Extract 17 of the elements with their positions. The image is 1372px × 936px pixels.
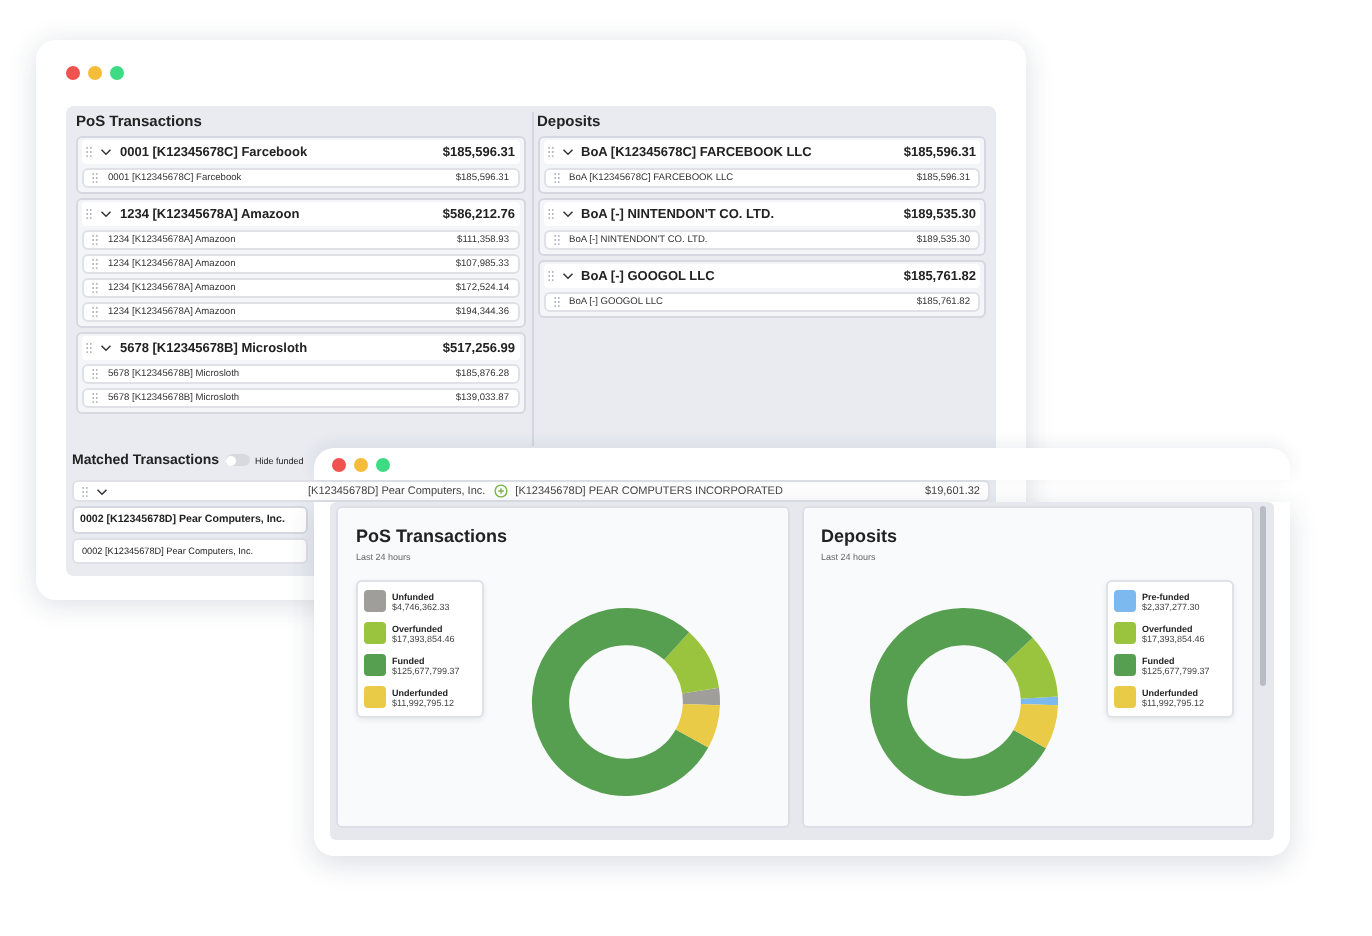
toggle-switch[interactable] [225,454,250,466]
chevron-icon[interactable] [561,210,573,218]
chevron-icon[interactable] [96,487,108,495]
maximize-icon[interactable] [376,457,390,471]
card-title: PoS Transactions [356,526,510,546]
chevron-icon[interactable] [561,148,573,156]
minimize-icon[interactable] [354,457,368,471]
chevron-icon[interactable] [561,272,573,280]
close-icon[interactable] [332,457,346,471]
chevron-icon[interactable] [100,210,112,218]
minimize-icon[interactable] [88,66,102,80]
chevron-icon[interactable] [100,148,112,156]
card-title: Deposits [821,526,900,546]
chevron-icon[interactable] [100,344,112,352]
close-icon[interactable] [66,66,80,80]
maximize-icon[interactable] [110,66,124,80]
scrollbar[interactable] [1260,506,1266,686]
